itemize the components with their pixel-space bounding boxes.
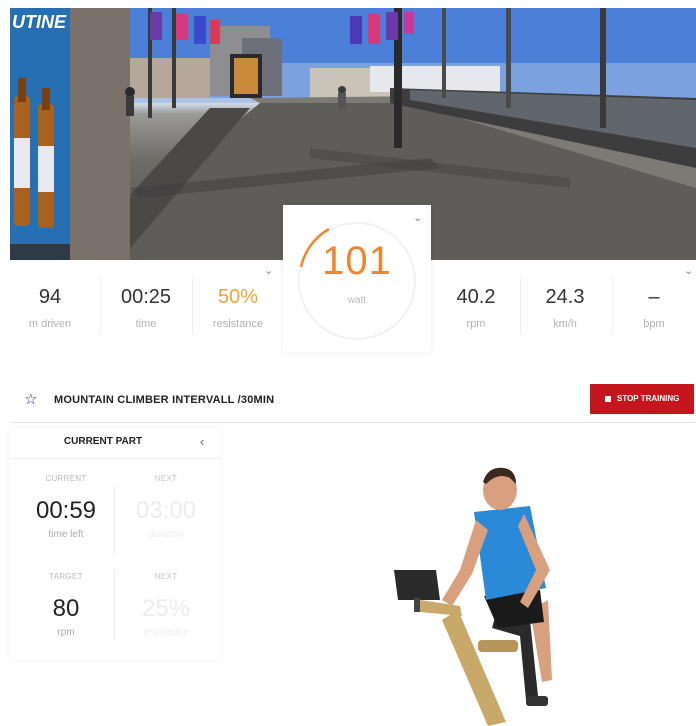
watt-value: 101 [322,239,392,283]
speed-value: 24.3 [545,286,585,308]
rider-on-bike-illustration [394,467,552,726]
divider [520,278,521,334]
stop-training-label: STOP TRAINING [617,394,680,403]
favorite-star-icon[interactable]: ☆ [24,390,37,408]
next-resistance: NEXT 25% resistance [116,572,216,638]
time-label: time [135,318,157,330]
heart-rate-label: bpm [643,318,665,330]
next-resistance-value: 25% [141,595,191,622]
current-part-title: CURRENT PART [63,436,143,447]
divider [100,278,101,334]
rpm-value: 40.2 [456,286,496,308]
workout-title: MOUNTAIN CLIMBER INTERVALL /30MIN [54,394,275,406]
target-rpm-label: rpm [57,627,75,638]
stat-distance: 94 m driven [10,260,90,352]
target-rpm-value: 80 [52,595,80,622]
next-duration-label: duration [147,529,185,540]
distance-value: 94 [38,286,62,308]
next-duration-value: 03:00 [135,497,197,524]
speed-label: km/h [553,318,577,330]
stat-heart-rate: – bpm [614,260,694,352]
time-value: 00:25 [120,286,172,308]
stat-time: 00:25 time [103,260,189,352]
resistance-value: 50% [217,286,259,308]
watt-chevron-down-icon[interactable]: ⌄ [413,211,422,224]
time-left-label: time left [48,529,84,540]
resistance-label: resistance [212,318,264,330]
target-rpm: TARGET 80 rpm [16,572,116,638]
collapse-chevron-left-icon[interactable]: ‹ [200,434,204,449]
watt-gauge-card[interactable]: ⌄ 101 watt [283,205,431,352]
workout-header: ☆ MOUNTAIN CLIMBER INTERVALL /30MIN STOP… [10,378,696,423]
divider [612,278,613,334]
current-part-panel: CURRENT PART ‹ CURRENT 00:59 time left N… [10,428,220,660]
next-caption: NEXT [154,572,178,581]
divider [10,458,220,459]
watt-label: watt [347,295,367,306]
distance-label: m driven [28,318,72,330]
next-duration: NEXT 03:00 duration [116,474,216,540]
divider [192,278,193,334]
current-time-left: CURRENT 00:59 time left [16,474,116,540]
stats-chevron-down-icon[interactable]: ⌄ [684,264,693,277]
stop-training-button[interactable]: STOP TRAINING [590,384,694,414]
time-left-value: 00:59 [35,497,97,524]
stat-rpm: 40.2 rpm [436,260,516,352]
heart-rate-value: – [648,286,660,308]
next-caption: NEXT [154,474,178,483]
resistance-chevron-down-icon[interactable]: ⌄ [264,264,273,277]
rpm-label: rpm [466,318,486,330]
billboard-text: UTINE [12,12,66,32]
target-caption: TARGET [49,572,83,581]
stop-icon [605,396,611,402]
current-caption: CURRENT [45,474,87,483]
stat-speed: 24.3 km/h [522,260,608,352]
next-resistance-label: resistance [143,627,189,638]
